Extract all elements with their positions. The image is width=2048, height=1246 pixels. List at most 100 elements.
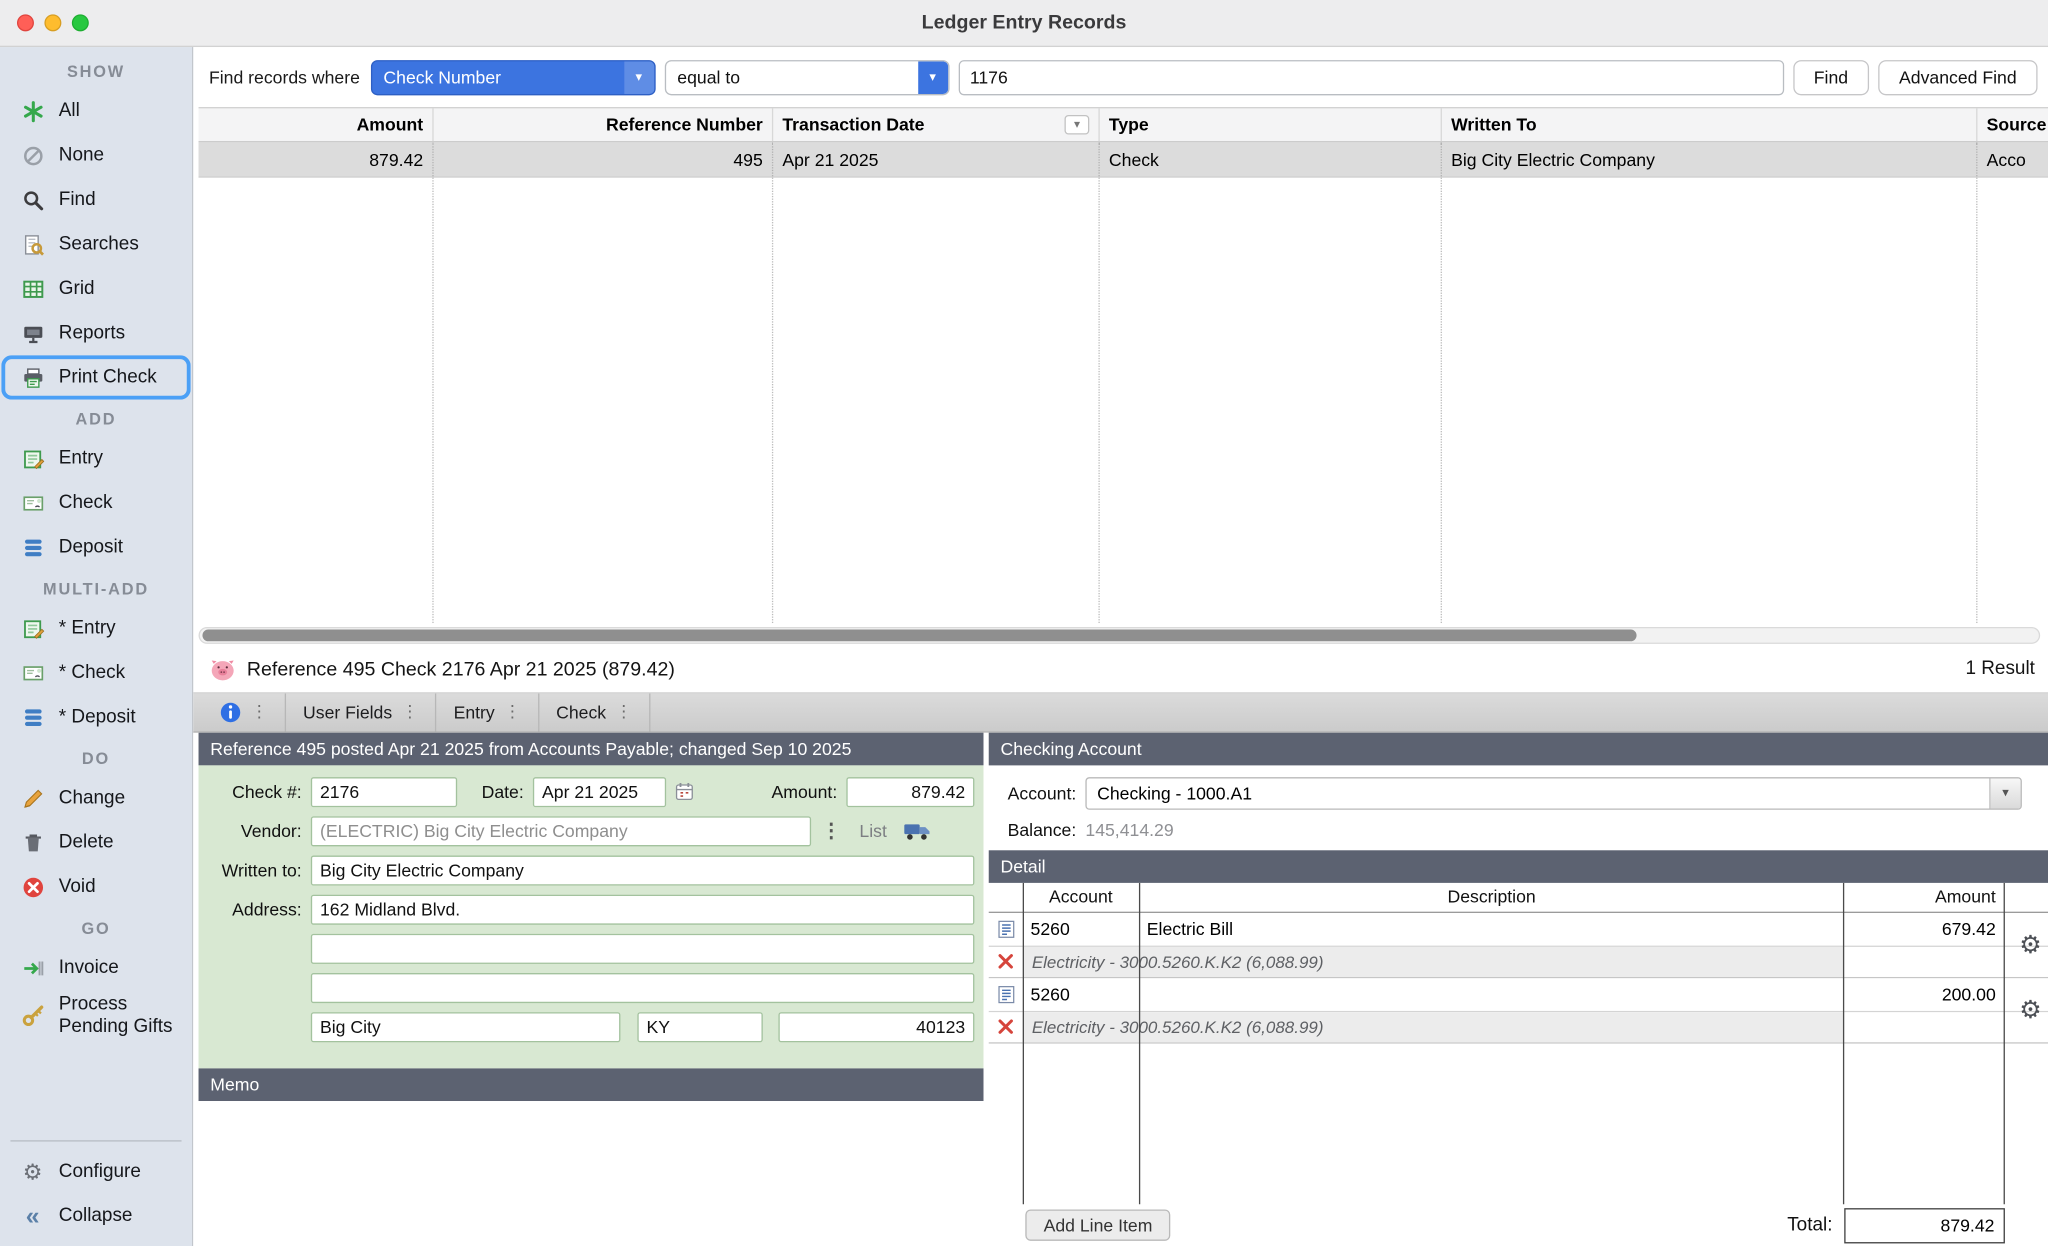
find-value-input[interactable] (958, 59, 1784, 94)
sidebar-item-label: Check (59, 492, 113, 514)
advanced-find-button[interactable]: Advanced Find (1878, 59, 2037, 94)
asterisk-icon (20, 99, 46, 123)
vendor-input[interactable] (311, 816, 811, 846)
add-line-item-button[interactable]: Add Line Item (1025, 1209, 1170, 1240)
info-tab[interactable] (212, 693, 286, 731)
sidebar-item-all[interactable]: All (0, 89, 192, 133)
written-to-label: Written to: (199, 860, 311, 880)
account-value: Checking - 1000.A1 (1087, 783, 1990, 803)
column-header-transaction-date[interactable]: Transaction Date ▾ (773, 108, 1100, 141)
address-line2-input[interactable] (311, 933, 975, 963)
sidebar-item-print-check[interactable]: Print Check (1, 355, 190, 399)
amount-input[interactable] (846, 776, 974, 806)
account-select[interactable]: Checking - 1000.A1 ▾ (1085, 776, 2021, 809)
table-row-selected[interactable]: 879.42 495 Apr 21 2025 Check Big City El… (199, 142, 2048, 177)
checking-account-pane: Checking Account Account: Checking - 100… (989, 732, 2048, 1246)
column-header-written-to[interactable]: Written To (1442, 108, 1978, 141)
line-item-amount[interactable]: 679.42 (1844, 919, 2005, 939)
sidebar-item-invoice[interactable]: Invoice (0, 946, 192, 990)
sort-menu-chevron-icon[interactable]: ▾ (1064, 115, 1089, 135)
sidebar-item-multi-check[interactable]: * Check (0, 650, 192, 694)
sidebar-item-configure[interactable]: ⚙ Configure (0, 1149, 192, 1193)
results-table: Amount Reference Number Transaction Date… (199, 107, 2048, 622)
tab-user-fields[interactable]: User Fields (286, 693, 437, 731)
sidebar-item-check[interactable]: Check (0, 481, 192, 525)
line-item-gear-icon[interactable] (2019, 933, 2041, 958)
drag-handle-icon[interactable] (401, 701, 418, 722)
vendor-list-label[interactable]: List (859, 821, 886, 841)
invoice-arrow-icon (20, 956, 46, 980)
sidebar-item-reports[interactable]: Reports (0, 311, 192, 355)
calendar-icon[interactable] (674, 781, 695, 802)
date-input[interactable] (533, 776, 666, 806)
truck-icon[interactable] (903, 821, 932, 841)
sidebar-item-grid[interactable]: Grid (0, 266, 192, 310)
cell-transaction-date: Apr 21 2025 (773, 142, 1100, 176)
line-item-description[interactable]: Electric Bill (1139, 919, 1844, 939)
line-item-amount[interactable]: 200.00 (1844, 984, 2005, 1004)
line-item-gear-icon[interactable] (2019, 998, 2041, 1023)
result-count: 1 Result (1965, 658, 2034, 679)
kebab-dots-icon[interactable] (822, 819, 842, 843)
ledger-list-icon[interactable] (989, 919, 1023, 939)
deposit-icon (20, 705, 46, 729)
find-field-select[interactable]: Check Number ▾ (370, 59, 655, 94)
column-header-type[interactable]: Type (1100, 108, 1442, 141)
sidebar-item-deposit[interactable]: Deposit (0, 525, 192, 569)
sidebar-item-multi-entry[interactable]: * Entry (0, 606, 192, 650)
sidebar-item-delete[interactable]: Delete (0, 820, 192, 864)
zip-input[interactable] (778, 1012, 974, 1042)
sidebar-item-process-pending-gifts[interactable]: Process Pending Gifts (0, 990, 192, 1041)
column-header-reference-number[interactable]: Reference Number (434, 108, 774, 141)
column-header-source[interactable]: Source (1977, 108, 2048, 141)
drag-handle-icon[interactable] (615, 701, 632, 722)
sidebar-item-none[interactable]: None (0, 133, 192, 177)
sidebar-item-label: Reports (59, 322, 125, 344)
line-item-account[interactable]: 5260 (1023, 919, 1139, 939)
tab-bar: User Fields Entry Check (193, 693, 2048, 732)
sidebar-item-searches[interactable]: Searches (0, 222, 192, 266)
red-x-icon[interactable] (989, 1012, 1023, 1042)
address-line1-input[interactable] (311, 894, 975, 924)
sidebar-item-label: Collapse (59, 1205, 133, 1227)
line-item-account[interactable]: 5260 (1023, 984, 1139, 1004)
address-label: Address: (199, 899, 311, 919)
allocation-text[interactable]: Electricity - 3000.5260.K.K2 (6,088.99) (1023, 1012, 1845, 1042)
column-header-description: Description (1139, 887, 1844, 907)
tab-entry[interactable]: Entry (437, 693, 540, 731)
drag-handle-icon[interactable] (251, 701, 268, 722)
find-button[interactable]: Find (1793, 59, 1869, 94)
report-icon (20, 321, 46, 345)
check-number-input[interactable] (311, 776, 457, 806)
sidebar-item-void[interactable]: Void (0, 865, 192, 909)
results-table-header: Amount Reference Number Transaction Date… (199, 108, 2048, 142)
cell-type: Check (1100, 142, 1442, 176)
sidebar-section-do: DO (0, 739, 192, 776)
tab-label: Check (556, 702, 606, 722)
drag-handle-icon[interactable] (504, 701, 521, 722)
scrollbar-thumb[interactable] (202, 629, 1636, 641)
sidebar-item-find[interactable]: Find (0, 178, 192, 222)
allocation-text[interactable]: Electricity - 3000.5260.K.K2 (6,088.99) (1023, 946, 1845, 976)
tab-check[interactable]: Check (539, 693, 650, 731)
sidebar-item-collapse[interactable]: « Collapse (0, 1194, 192, 1238)
sidebar-item-entry[interactable]: Entry (0, 436, 192, 480)
memo-input[interactable] (199, 1100, 984, 1246)
written-to-input[interactable] (311, 855, 975, 885)
red-x-icon[interactable] (989, 946, 1023, 976)
sidebar-item-label: None (59, 145, 104, 167)
sidebar-item-label: Print Check (59, 367, 157, 389)
city-input[interactable] (311, 1012, 621, 1042)
column-header-amount[interactable]: Amount (199, 108, 434, 141)
amount-label: Amount: (695, 782, 847, 802)
sidebar-item-change[interactable]: Change (0, 776, 192, 820)
sidebar-item-multi-deposit[interactable]: * Deposit (0, 695, 192, 739)
state-input[interactable] (637, 1012, 762, 1042)
horizontal-scrollbar[interactable] (199, 626, 2041, 643)
sidebar-item-label: * Check (59, 662, 125, 684)
printer-icon (20, 366, 46, 390)
sidebar-item-label: Delete (59, 832, 114, 854)
find-operator-select[interactable]: equal to ▾ (664, 59, 949, 94)
ledger-list-icon[interactable] (989, 984, 1023, 1004)
address-line3-input[interactable] (311, 972, 975, 1002)
